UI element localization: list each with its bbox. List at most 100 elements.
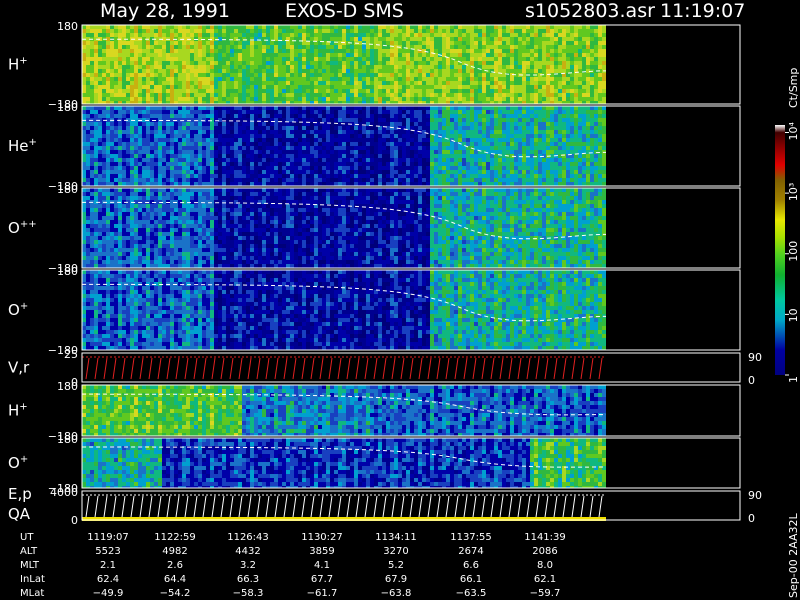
heat-cell [406,65,410,69]
heat-cell [274,142,278,146]
heat-cell [262,33,266,37]
heat-cell [450,118,454,122]
heat-cell [94,110,98,114]
heat-cell [250,45,254,49]
heat-cell [314,65,318,69]
heat-cell [598,73,602,77]
heat-cell [258,146,262,150]
heat-cell [198,110,202,114]
heat-cell [394,138,398,142]
heat-cell [450,25,454,29]
heat-cell [318,93,322,97]
heat-cell [126,142,130,146]
heat-cell [226,150,230,154]
heat-cell [538,29,542,33]
heat-cell [526,29,530,33]
heat-cell [358,65,362,69]
heat-cell [254,154,258,158]
heat-cell [446,29,450,33]
heat-cell [582,77,586,81]
heat-cell [538,146,542,150]
heat-cell [114,154,118,158]
heat-cell [330,73,334,77]
heat-cell [542,49,546,53]
heat-cell [106,170,110,174]
heat-cell [370,93,374,97]
heat-cell [402,130,406,134]
heat-cell [482,158,486,162]
heat-cell [550,69,554,73]
heat-cell [310,142,314,146]
heat-cell [310,45,314,49]
heat-cell [542,130,546,134]
heat-cell [146,41,150,45]
heat-cell [282,178,286,182]
heat-cell [334,150,338,154]
heat-cell [178,41,182,45]
heat-cell [302,33,306,37]
heat-cell [442,130,446,134]
heat-cell [106,162,110,166]
heat-cell [230,77,234,81]
heat-cell [534,85,538,89]
heat-cell [362,61,366,65]
heat-cell [294,89,298,93]
heat-cell [306,29,310,33]
heat-cell [278,178,282,182]
heat-cell [238,146,242,150]
heat-cell [250,114,254,118]
heat-cell [514,77,518,81]
heat-cell [498,158,502,162]
heat-cell [582,65,586,69]
heat-cell [306,118,310,122]
heat-cell [350,142,354,146]
heat-cell [126,49,130,53]
heat-cell [230,81,234,85]
heat-cell [406,57,410,61]
heat-cell [542,134,546,138]
heat-cell [226,45,230,49]
heat-cell [182,73,186,77]
heat-cell [366,174,370,178]
heat-cell [318,134,322,138]
heat-cell [486,122,490,126]
heat-cell [590,37,594,41]
heat-cell [194,97,198,101]
heat-cell [466,178,470,182]
heat-cell [482,142,486,146]
heat-cell [574,57,578,61]
heat-cell [430,122,434,126]
heat-cell [118,49,122,53]
heat-cell [434,37,438,41]
heat-cell [218,65,222,69]
heat-cell [166,77,170,81]
heat-cell [594,61,598,65]
heat-cell [238,29,242,33]
heat-cell [86,154,90,158]
heat-cell [426,73,430,77]
heat-cell [226,126,230,130]
heat-cell [86,29,90,33]
heat-cell [206,45,210,49]
heat-cell [142,41,146,45]
heat-cell [318,174,322,178]
heat-cell [242,178,246,182]
heat-cell [458,170,462,174]
heat-cell [578,33,582,37]
heat-cell [458,130,462,134]
heat-cell [398,150,402,154]
heat-cell [490,53,494,57]
heat-cell [394,25,398,29]
heat-cell [202,25,206,29]
heat-cell [478,29,482,33]
heat-cell [90,93,94,97]
heat-cell [110,110,114,114]
heat-cell [270,166,274,170]
heat-cell [230,53,234,57]
heat-cell [234,142,238,146]
heat-cell [326,45,330,49]
heat-cell [102,25,106,29]
heat-cell [390,118,394,122]
heat-cell [358,29,362,33]
heat-cell [290,45,294,49]
